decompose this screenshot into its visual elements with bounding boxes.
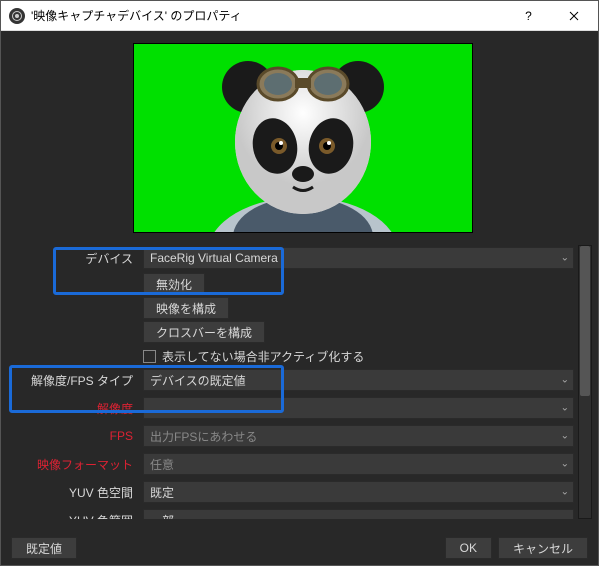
device-label: デバイス (13, 250, 143, 267)
obs-icon (9, 8, 25, 24)
resolution-label: 解像度 (13, 400, 143, 417)
preview-image (193, 43, 413, 233)
cancel-button[interactable]: キャンセル (498, 537, 588, 559)
resfps-label: 解像度/FPS タイプ (13, 372, 143, 389)
ok-button[interactable]: OK (445, 537, 492, 559)
scrollbar[interactable] (578, 245, 592, 519)
videofmt-dropdown[interactable]: 任意 ⌄ (143, 453, 574, 475)
yuvrange-dropdown[interactable]: 一部 ⌄ (143, 509, 574, 519)
close-button[interactable] (551, 1, 596, 31)
fps-label: FPS (13, 429, 143, 443)
chevron-down-icon: ⌄ (561, 515, 569, 520)
deactivate-label: 表示してない場合非アクティブ化する (162, 348, 364, 365)
yuvrange-label: YUV 色範囲 (13, 512, 143, 520)
deactivate-checkbox[interactable]: 表示してない場合非アクティブ化する (143, 345, 364, 367)
defaults-button[interactable]: 既定値 (11, 537, 77, 559)
scroll-thumb[interactable] (580, 246, 590, 396)
resfps-dropdown[interactable]: デバイスの既定値 ⌄ (143, 369, 574, 391)
resolution-dropdown[interactable]: ⌄ (143, 397, 574, 419)
yuvrange-value: 一部 (150, 512, 174, 520)
checkbox-box (143, 350, 156, 363)
window-title: '映像キャプチャデバイス' のプロパティ (31, 7, 242, 24)
chevron-down-icon: ⌄ (561, 459, 569, 470)
fps-dropdown[interactable]: 出力FPSにあわせる ⌄ (143, 425, 574, 447)
videofmt-value: 任意 (150, 456, 174, 473)
disable-button[interactable]: 無効化 (143, 273, 205, 295)
chevron-down-icon: ⌄ (561, 431, 569, 442)
video-preview (133, 43, 473, 233)
resfps-value: デバイスの既定値 (150, 372, 246, 389)
chevron-down-icon: ⌄ (561, 253, 569, 264)
dialog-body: デバイス FaceRig Virtual Camera ⌄ 無効化 映像を構成 … (1, 31, 598, 531)
device-value: FaceRig Virtual Camera (150, 251, 278, 265)
yuvspace-dropdown[interactable]: 既定 ⌄ (143, 481, 574, 503)
fps-value: 出力FPSにあわせる (150, 428, 257, 445)
chevron-down-icon: ⌄ (561, 403, 569, 414)
chevron-down-icon: ⌄ (561, 375, 569, 386)
chevron-down-icon: ⌄ (561, 487, 569, 498)
device-dropdown[interactable]: FaceRig Virtual Camera ⌄ (143, 247, 574, 269)
dialog-footer: 既定値 OK キャンセル (1, 531, 598, 565)
titlebar: '映像キャプチャデバイス' のプロパティ ? (1, 1, 598, 31)
videofmt-label: 映像フォーマット (13, 456, 143, 473)
yuvspace-value: 既定 (150, 484, 174, 501)
config-crossbar-button[interactable]: クロスバーを構成 (143, 321, 265, 343)
config-video-button[interactable]: 映像を構成 (143, 297, 229, 319)
yuvspace-label: YUV 色空間 (13, 484, 143, 501)
help-button[interactable]: ? (506, 1, 551, 31)
